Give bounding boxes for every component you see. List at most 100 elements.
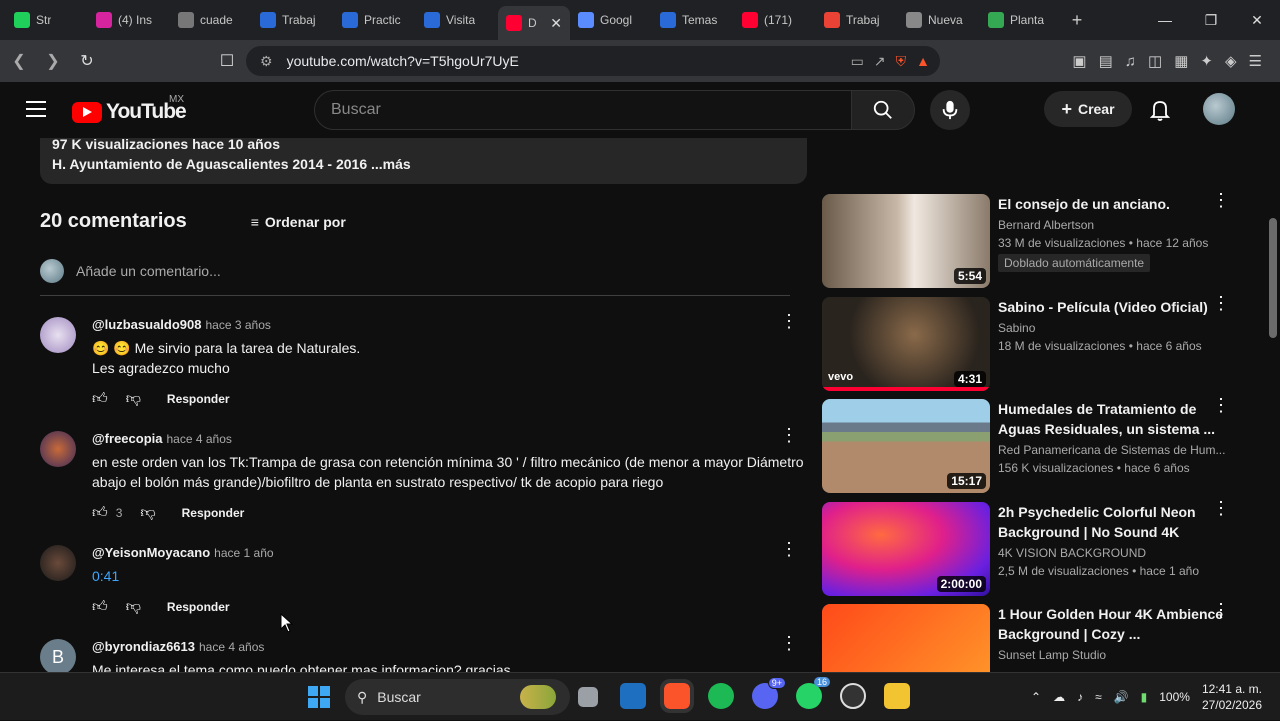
reply-button[interactable]: Responder — [167, 600, 230, 614]
avatar[interactable]: B — [40, 639, 76, 672]
browser-tab[interactable]: Trabaj — [252, 4, 334, 36]
video-title[interactable]: Humedales de Tratamiento de Aguas Residu… — [998, 399, 1228, 439]
menu-icon[interactable]: ☰ — [1249, 52, 1262, 70]
add-comment-box[interactable]: Añade un comentario... — [40, 259, 790, 296]
comment-author[interactable]: @freecopia — [92, 431, 162, 446]
task-view-icon[interactable] — [578, 687, 598, 707]
notifications-bell-icon[interactable] — [1148, 98, 1172, 122]
browser-tab[interactable]: Visita — [416, 4, 498, 36]
volume-icon[interactable]: 🔊 — [1114, 690, 1129, 704]
network-alert-icon[interactable]: ☁ — [1053, 690, 1065, 704]
vpn-icon[interactable]: ◈ — [1225, 52, 1237, 70]
more-actions-icon[interactable]: ⋮ — [1212, 601, 1230, 619]
page-scrollbar[interactable] — [1266, 138, 1280, 670]
reload-icon[interactable]: ↻ — [72, 46, 102, 76]
comment-time[interactable]: hace 1 año — [214, 546, 273, 560]
more-actions-icon[interactable]: ⋮ — [780, 540, 798, 558]
more-actions-icon[interactable]: ⋮ — [780, 312, 798, 330]
battery-icon[interactable]: ▮ — [1141, 690, 1148, 704]
browser-tab[interactable]: Str — [6, 4, 88, 36]
reader-icon[interactable]: ▤ — [1099, 52, 1113, 70]
music-icon[interactable]: ♫ — [1125, 53, 1136, 70]
windows-start-icon[interactable] — [308, 686, 330, 708]
leo-ai-icon[interactable]: ✦ — [1200, 52, 1213, 70]
browser-tab[interactable]: Temas — [652, 4, 734, 36]
like-icon[interactable]: 👍︎ — [92, 390, 108, 408]
comment-author[interactable]: @YeisonMoyacano — [92, 545, 210, 560]
video-title[interactable]: El consejo de un anciano. — [998, 194, 1228, 214]
brave-browser-icon[interactable] — [660, 679, 694, 713]
cast-icon[interactable]: ▭ — [851, 53, 864, 70]
more-actions-icon[interactable]: ⋮ — [1212, 396, 1230, 414]
search-input[interactable]: Buscar — [314, 90, 852, 130]
create-button[interactable]: + Crear — [1044, 91, 1132, 127]
video-thumbnail[interactable]: 5:54 — [822, 194, 990, 288]
site-settings-icon[interactable]: ⚙ — [260, 53, 273, 70]
browser-tab[interactable]: (171) — [734, 4, 816, 36]
address-bar[interactable]: ⚙ youtube.com/watch?v=T5hgoUr7UyE ▭ ↗ ⛨ … — [246, 46, 940, 76]
channel-name[interactable]: Sunset Lamp Studio — [998, 648, 1228, 662]
comment-author[interactable]: @byrondiaz6613 — [92, 639, 195, 654]
avatar[interactable] — [40, 317, 76, 353]
like-icon[interactable]: 👍︎ — [92, 504, 108, 522]
brave-shields-icon[interactable]: ⛨ — [896, 53, 907, 70]
browser-tab[interactable]: D ✕ — [498, 6, 570, 40]
minimize-icon[interactable]: — — [1142, 0, 1188, 40]
scrollbar-thumb[interactable] — [1269, 218, 1277, 338]
account-avatar[interactable] — [1203, 93, 1235, 125]
video-title[interactable]: 1 Hour Golden Hour 4K Ambience Backgroun… — [998, 604, 1228, 644]
comment-line[interactable]: 0:41 — [92, 566, 807, 586]
extensions-icon[interactable]: ▣ — [1072, 52, 1086, 70]
video-title[interactable]: Sabino - Película (Video Oficial) — [998, 297, 1228, 317]
video-title[interactable]: 2h Psychedelic Colorful Neon Background … — [998, 502, 1228, 542]
avatar[interactable] — [40, 545, 76, 581]
avatar[interactable] — [40, 431, 76, 467]
video-thumbnail[interactable]: 2:00:00 — [822, 502, 990, 596]
comment-time[interactable]: hace 3 años — [205, 318, 270, 332]
browser-tab[interactable]: (4) Ins — [88, 4, 170, 36]
close-window-icon[interactable]: ✕ — [1234, 0, 1280, 40]
more-actions-icon[interactable]: ⋮ — [1212, 294, 1230, 312]
back-icon[interactable]: ❮ — [4, 46, 34, 76]
share-icon[interactable]: ↗ — [874, 53, 886, 70]
channel-name[interactable]: Sabino — [998, 321, 1228, 335]
close-tab-icon[interactable]: ✕ — [550, 15, 562, 32]
vscode-icon[interactable] — [620, 683, 646, 709]
comment-time[interactable]: hace 4 años — [166, 432, 231, 446]
youtube-logo[interactable]: YouTube MX — [72, 94, 187, 124]
sort-comments-button[interactable]: ≡ Ordenar por — [251, 214, 346, 230]
more-actions-icon[interactable]: ⋮ — [780, 634, 798, 652]
reply-button[interactable]: Responder — [167, 392, 230, 406]
browser-tab[interactable]: cuade — [170, 4, 252, 36]
more-actions-icon[interactable]: ⋮ — [780, 426, 798, 444]
taskbar-search[interactable]: ⚲ Buscar — [345, 679, 570, 715]
spotify-icon[interactable] — [708, 683, 734, 709]
more-actions-icon[interactable]: ⋮ — [1212, 499, 1230, 517]
dislike-icon[interactable]: 👎︎ — [126, 598, 141, 616]
chevron-up-icon[interactable]: ⌃ — [1031, 690, 1041, 704]
video-thumbnail[interactable]: vevo 4:31 — [822, 297, 990, 391]
clock[interactable]: 12:41 a. m. 27/02/2026 — [1202, 681, 1262, 713]
video-thumbnail[interactable]: 15:17 — [822, 399, 990, 493]
hamburger-menu-icon[interactable] — [26, 101, 46, 122]
file-explorer-icon[interactable] — [884, 683, 910, 709]
channel-name[interactable]: 4K VISION BACKGROUND — [998, 546, 1228, 560]
channel-name[interactable]: Bernard Albertson — [998, 218, 1228, 232]
whatsapp-icon[interactable]: 16 — [796, 677, 830, 709]
browser-tab[interactable]: Nueva — [898, 4, 980, 36]
channel-name[interactable]: Red Panamericana de Sistemas de Hum... — [998, 443, 1228, 457]
search-button[interactable] — [851, 90, 915, 130]
restore-icon[interactable]: ❐ — [1188, 0, 1234, 40]
video-thumbnail[interactable] — [822, 604, 990, 672]
forward-icon[interactable]: ❯ — [38, 46, 68, 76]
wallet-icon[interactable]: ▦ — [1174, 52, 1188, 70]
comment-author[interactable]: @luzbasualdo908 — [92, 317, 201, 332]
browser-tab[interactable]: Googl — [570, 4, 652, 36]
comment-time[interactable]: hace 4 años — [199, 640, 264, 654]
dislike-icon[interactable]: 👎︎ — [140, 504, 155, 522]
chatgpt-icon[interactable] — [840, 683, 866, 709]
dislike-icon[interactable]: 👎︎ — [126, 390, 141, 408]
discord-icon[interactable]: 9+ — [752, 677, 786, 709]
wifi-icon[interactable]: ≈ — [1095, 690, 1102, 704]
more-actions-icon[interactable]: ⋮ — [1212, 191, 1230, 209]
